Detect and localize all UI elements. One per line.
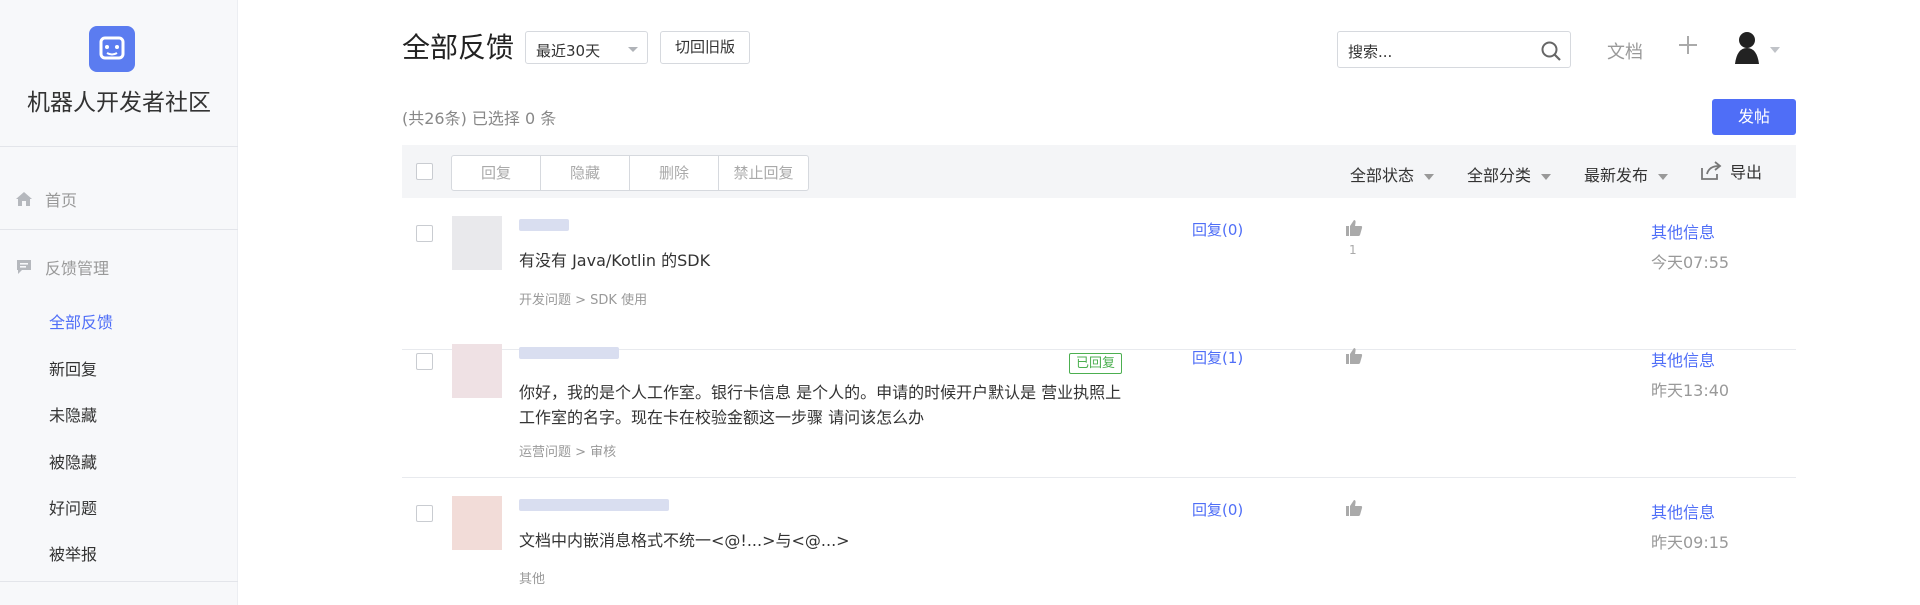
author-name-blurred[interactable] bbox=[519, 347, 619, 359]
feedback-content[interactable]: 有没有 Java/Kotlin 的SDK bbox=[519, 248, 1129, 273]
list-toolbar: 回复 隐藏 删除 禁止回复 全部状态 全部分类 最新发布 导出 bbox=[402, 145, 1796, 198]
sidebar-divider bbox=[0, 146, 238, 147]
sidebar-divider bbox=[0, 229, 238, 230]
post-time: 今天07:55 bbox=[1651, 253, 1730, 272]
status-filter-label: 全部状态 bbox=[1350, 166, 1415, 185]
selection-count: (共26条) 已选择 0 条 bbox=[402, 109, 557, 128]
chevron-down-icon bbox=[1424, 173, 1435, 180]
search-placeholder: 搜索... bbox=[1348, 43, 1393, 61]
export-button[interactable]: 导出 bbox=[1700, 159, 1762, 183]
sidebar: 机器人开发者社区 首页 反馈管理 全部反馈 新回复 未隐藏 被隐藏 好问题 被举… bbox=[0, 0, 238, 605]
author-avatar[interactable] bbox=[452, 496, 502, 550]
row-checkbox[interactable] bbox=[416, 225, 433, 242]
sort-filter-label: 最新发布 bbox=[1584, 166, 1649, 185]
row-checkbox[interactable] bbox=[416, 353, 433, 370]
reply-link[interactable]: 回复(0) bbox=[1192, 499, 1243, 520]
docs-link[interactable]: 文档 bbox=[1607, 38, 1643, 64]
reply-link[interactable]: 回复(0) bbox=[1192, 219, 1243, 240]
sidebar-item-new-replies[interactable]: 新回复 bbox=[49, 356, 97, 380]
reply-link[interactable]: 回复(1) bbox=[1192, 347, 1243, 368]
page-title: 全部反馈 bbox=[402, 31, 515, 64]
search-icon[interactable] bbox=[1540, 40, 1562, 62]
row-checkbox[interactable] bbox=[416, 505, 433, 522]
sidebar-item-reported[interactable]: 被举报 bbox=[49, 541, 97, 565]
thumbs-up-icon[interactable] bbox=[1344, 346, 1364, 366]
sidebar-divider bbox=[0, 581, 238, 582]
like-count: 1 bbox=[1349, 243, 1357, 257]
status-badge: 已回复 bbox=[1069, 353, 1123, 374]
sort-filter[interactable]: 最新发布 bbox=[1584, 162, 1669, 186]
sidebar-item-good-questions[interactable]: 好问题 bbox=[49, 495, 97, 519]
switch-old-version-button[interactable]: 切回旧版 bbox=[660, 31, 750, 64]
robot-logo-icon[interactable] bbox=[89, 26, 135, 72]
plus-icon[interactable] bbox=[1677, 34, 1699, 56]
select-all-checkbox[interactable] bbox=[416, 163, 433, 180]
feedback-category: 运营问题 > 审核 bbox=[519, 445, 617, 460]
sidebar-item-home[interactable]: 首页 bbox=[14, 186, 77, 212]
date-range-select[interactable]: 最近30天 bbox=[525, 31, 648, 64]
feedback-row[interactable]: 文档中内嵌消息格式不统一<@!...>与<@...> 其他 回复(0) 其他信息… bbox=[402, 478, 1796, 605]
author-name-blurred[interactable] bbox=[519, 219, 569, 231]
home-icon bbox=[16, 192, 32, 206]
chevron-down-icon bbox=[1541, 173, 1552, 180]
post-time: 昨天13:40 bbox=[1651, 381, 1730, 400]
more-info-link[interactable]: 其他信息 bbox=[1651, 219, 1715, 243]
chat-icon bbox=[17, 260, 31, 274]
export-icon bbox=[1701, 161, 1722, 180]
thumbs-up-icon[interactable] bbox=[1344, 218, 1364, 238]
status-filter[interactable]: 全部状态 bbox=[1350, 162, 1435, 186]
feedback-category: 其他 bbox=[519, 572, 546, 587]
more-info-link[interactable]: 其他信息 bbox=[1651, 347, 1715, 371]
thumbs-up-icon[interactable] bbox=[1344, 498, 1364, 518]
post-time: 昨天09:15 bbox=[1651, 533, 1730, 552]
sidebar-feedback-label: 反馈管理 bbox=[45, 259, 110, 278]
bulk-hide-button[interactable]: 隐藏 bbox=[541, 156, 630, 190]
bulk-reply-button[interactable]: 回复 bbox=[452, 156, 541, 190]
more-info-link[interactable]: 其他信息 bbox=[1651, 499, 1715, 523]
sidebar-item-hidden[interactable]: 被隐藏 bbox=[49, 449, 97, 473]
author-name-blurred[interactable] bbox=[519, 499, 669, 511]
bulk-action-group: 回复 隐藏 删除 禁止回复 bbox=[451, 155, 809, 191]
sidebar-item-unhidden[interactable]: 未隐藏 bbox=[49, 402, 97, 426]
bulk-delete-button[interactable]: 删除 bbox=[630, 156, 719, 190]
sidebar-home-label: 首页 bbox=[45, 191, 78, 210]
search-input[interactable]: 搜索... bbox=[1337, 31, 1571, 68]
user-avatar[interactable] bbox=[1733, 30, 1761, 64]
feedback-row[interactable]: 已回复 你好，我的是个人工作室。银行卡信息 是个人的。申请的时候开户默认是 营业… bbox=[402, 326, 1796, 478]
chevron-down-icon bbox=[1658, 173, 1669, 180]
category-filter-label: 全部分类 bbox=[1467, 166, 1532, 185]
chevron-down-icon[interactable] bbox=[1770, 47, 1780, 53]
author-avatar[interactable] bbox=[452, 344, 502, 398]
category-filter[interactable]: 全部分类 bbox=[1467, 162, 1552, 186]
sidebar-item-all-feedback[interactable]: 全部反馈 bbox=[49, 309, 113, 333]
bulk-disable-reply-button[interactable]: 禁止回复 bbox=[719, 156, 808, 190]
feedback-category: 开发问题 > SDK 使用 bbox=[519, 293, 648, 308]
export-label: 导出 bbox=[1730, 163, 1763, 182]
sidebar-section-feedback[interactable]: 反馈管理 bbox=[14, 254, 109, 280]
author-avatar[interactable] bbox=[452, 216, 502, 270]
new-post-button[interactable]: 发帖 bbox=[1712, 99, 1796, 135]
chevron-down-icon bbox=[628, 47, 638, 52]
feedback-content[interactable]: 文档中内嵌消息格式不统一<@!...>与<@...> bbox=[519, 528, 1129, 553]
site-name[interactable]: 机器人开发者社区 bbox=[0, 83, 238, 117]
feedback-content[interactable]: 你好，我的是个人工作室。银行卡信息 是个人的。申请的时候开户默认是 营业执照上工… bbox=[519, 380, 1129, 430]
date-range-value: 最近30天 bbox=[536, 42, 601, 60]
